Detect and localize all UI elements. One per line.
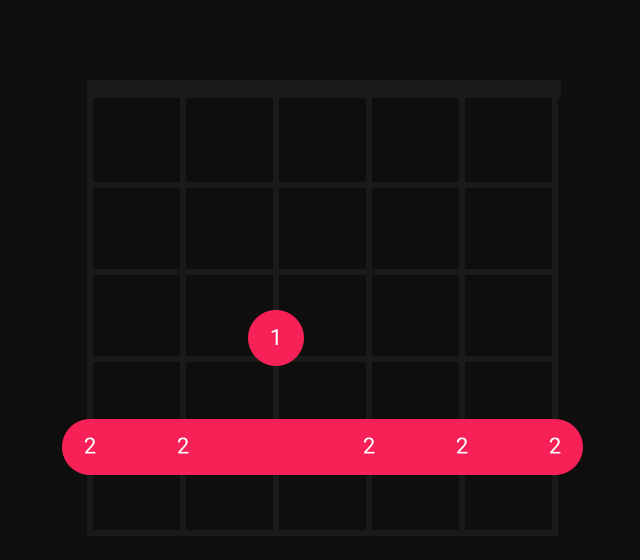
- barre-label-string-6: 2: [549, 435, 561, 460]
- barre-label-string-1: 2: [84, 435, 96, 460]
- fret-1: [87, 182, 558, 188]
- fret-5: [87, 530, 558, 536]
- finger-dot-1-label: 1: [270, 326, 282, 351]
- nut: [87, 80, 561, 98]
- fret-2: [87, 269, 558, 275]
- fret-3: [87, 356, 558, 362]
- barre-label-string-5: 2: [456, 435, 468, 460]
- barre-label-string-2: 2: [177, 435, 189, 460]
- barre-fret-4: [62, 419, 583, 475]
- chord-diagram: 2 2 2 2 2 1: [0, 0, 640, 560]
- finger-dot-1: 1: [248, 310, 304, 366]
- barre-label-string-4: 2: [363, 435, 375, 460]
